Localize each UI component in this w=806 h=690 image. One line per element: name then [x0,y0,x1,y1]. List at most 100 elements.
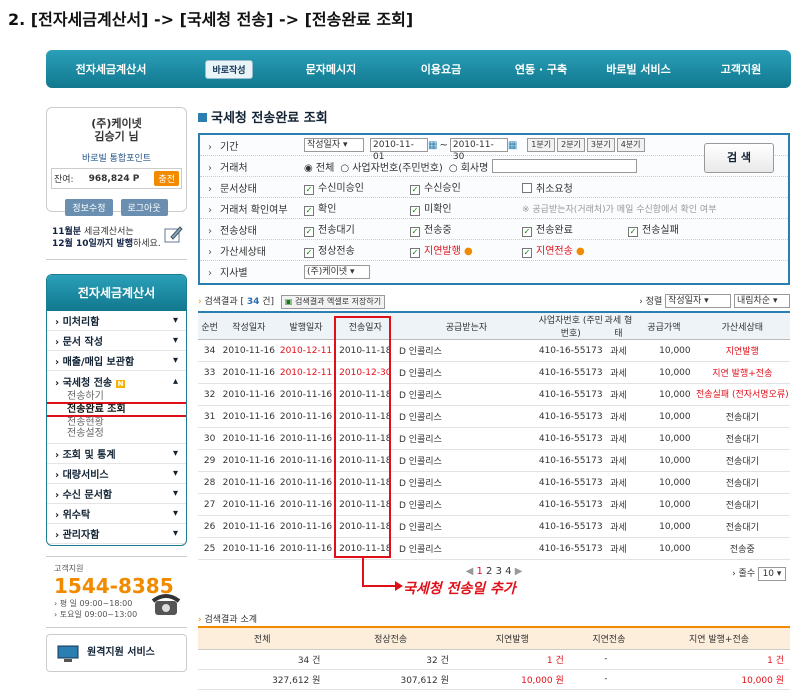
summary-row: 34 건 32 건1 건-1 건 [198,649,790,670]
pencil-icon [164,226,183,243]
menu-item-stats[interactable]: › 조회 및 통계 ▾ [47,444,186,464]
table-cell: D 인콜리스 [394,471,538,494]
doc-check-unapproved[interactable]: ✓ 수신미승인 [304,179,410,195]
table-row[interactable]: 26 2010-11-16 2010-11-16 2010-11-18 D 인콜리스 41… [198,515,790,538]
table-row[interactable]: 31 2010-11-16 2010-11-16 2010-11-18 D 인콜리스 41… [198,405,790,428]
submenu-status[interactable]: 전송현황 [47,417,186,428]
send-check-failed[interactable]: ✓ 전송실패 [628,221,679,237]
submenu-send[interactable]: 전송하기 [47,391,186,402]
submenu-sent-lookup[interactable]: 전송완료 조회 [47,402,186,417]
next-page-icon[interactable]: ▶ [515,566,523,577]
period-type-select[interactable]: 작성일자 ▾ [304,138,364,152]
table-cell: 과세 [603,537,634,560]
partner-radio-all[interactable]: ◉ 전체 [304,159,334,174]
table-row[interactable]: 28 2010-11-16 2010-11-16 2010-11-18 D 인콜리스 41… [198,471,790,494]
menu-item-bulk[interactable]: › 대량서비스 ▾ [47,464,186,484]
nav-support[interactable]: 고객지원 [691,61,791,77]
table-cell: 26 [198,515,222,538]
sort-select[interactable]: 작성일자 ▾ [665,294,732,309]
calendar-icon[interactable]: ▦ [428,140,437,151]
send-check-sending[interactable]: ✓ 전송중 [410,221,522,237]
doc-check-approved[interactable]: ✓ 수신승인 [410,179,522,195]
branch-select[interactable]: (주)케이넷 ▾ [304,264,370,279]
send-check-waiting[interactable]: ✓ 전송대기 [304,221,410,237]
table-row[interactable]: 34 2010-11-16 2010-12-11 2010-11-18 D 인콜리스 41… [198,339,790,362]
row-period: 기간 작성일자 ▾ 2010-11-01 ▦ ~ 2010-11-30 ▦ 1분… [200,135,788,162]
menu-item-unprocessed[interactable]: › 미처리함 ▾ [47,311,186,331]
point-label: 바로빌 통합포인트 [81,154,152,164]
date-from-input[interactable]: 2010-11-01 [370,138,428,162]
menu-item-inbox[interactable]: › 수신 문서함 ▾ [47,484,186,504]
nav-services[interactable]: 바로빌 서비스 [586,61,691,77]
tax-check-late-issue[interactable]: ✓ 지연발행 ● [410,242,522,258]
menu-item-nts-send[interactable]: › 국세청 전송 N ▴ [47,371,186,391]
summary-header: 지연 발행+전송 [648,626,790,650]
nav-tax-invoice[interactable]: 전자세금계산서 [46,61,176,77]
calendar-icon[interactable]: ▦ [508,140,517,151]
partner-radio-company[interactable]: ○ 회사명 [449,159,489,174]
table-cell: 410-16-55173 [537,427,604,450]
nav-pricing[interactable]: 이용요금 [386,61,496,77]
table-cell: D 인콜리스 [394,537,538,560]
menu-item-write[interactable]: › 문서 작성 ▾ [47,331,186,351]
menu-item-consign[interactable]: › 위수탁 ▾ [47,504,186,524]
table-cell: 410-16-55173 [537,493,604,516]
send-check-done[interactable]: ✓ 전송완료 [522,221,628,237]
quarter1-button[interactable]: 1분기 [527,138,556,152]
page-link-1[interactable]: 1 [476,566,482,577]
nav-quick-write[interactable]: 바로작성 [176,59,276,79]
date-to-input[interactable]: 2010-11-30 [449,138,508,162]
edit-info-button[interactable]: 정보수정 [65,199,113,216]
table-row[interactable]: 25 2010-11-16 2010-11-16 2010-11-18 D 인콜리스 41… [198,537,790,560]
confirm-check-no[interactable]: ✓ 미확인 [410,200,522,216]
menu-item-archive[interactable]: › 매출/매입 보관함 ▾ [47,351,186,371]
order-select[interactable]: 내림차순 ▾ [734,294,790,309]
table-cell: 10,000 [633,515,695,538]
table-cell: 34 [198,339,222,362]
search-button[interactable]: 검 색 [704,143,774,173]
logout-button[interactable]: 로그아웃 [120,199,168,216]
prev-page-icon[interactable]: ◀ [466,566,474,577]
submenu-settings[interactable]: 전송설정 [47,428,186,444]
table-row[interactable]: 32 2010-11-16 2010-11-16 2010-11-18 D 인콜리스 41… [198,383,790,406]
page-link-2[interactable]: 2 [486,566,492,577]
callout-text: 국세청 전송일 추가 [403,581,516,597]
column-header: 발행일자 [276,311,336,340]
table-cell: 과세 [603,383,634,406]
remote-support-button[interactable]: 원격지원 서비스 [46,634,187,672]
table-row[interactable]: 27 2010-11-16 2010-11-16 2010-11-18 D 인콜리스 41… [198,493,790,516]
nav-sms[interactable]: 문자메시지 [276,61,386,77]
summary-row: 327,612 원 307,612 원 10,000 원 -10,000 원 [198,669,790,690]
rows-per-page-select[interactable]: 10 ▾ [758,566,786,581]
main-content: 국세청 전송완료 조회 기간 작성일자 ▾ 2010-11-01 ▦ ~ 201… [198,107,790,690]
summary-cell: 327,612 원 [198,669,327,690]
table-cell: 10,000 [633,471,695,494]
excel-export-button[interactable]: ▣ 검색결과 엑셀로 저장하기 [280,294,386,309]
confirm-check-yes[interactable]: ✓ 확인 [304,200,410,216]
table-cell: 지연발행 [694,339,790,362]
table-cell: 32 [198,383,222,406]
table-cell: 10,000 [633,493,695,516]
menu-item-admin[interactable]: › 관리자함 ▾ [47,524,186,544]
partner-radio-bizno[interactable]: ○ 사업자번호(주민번호) [340,159,443,174]
quarter3-button[interactable]: 3분기 [586,138,615,152]
charge-button[interactable]: 충전 [154,171,179,186]
doc-check-cancel[interactable]: 취소요청 [522,180,573,195]
quarter2-button[interactable]: 2분기 [557,138,585,152]
table-row[interactable]: 30 2010-11-16 2010-11-16 2010-11-18 D 인콜리스 41… [198,427,790,450]
tax-check-late-send[interactable]: ✓ 지연전송 ● [522,242,585,258]
tax-check-normal[interactable]: ✓ 정상전송 [304,242,410,258]
table-cell: 2010-11-16 [221,427,277,450]
row-branch: 지사별 (주)케이넷 ▾ [200,261,788,282]
table-cell: D 인콜리스 [394,515,538,538]
page-link-3[interactable]: 3 [496,566,502,577]
side-menu: 전자세금계산서 › 미처리함 ▾ › 문서 작성 ▾ › 매출/매입 보관함 ▾ › … [46,274,187,546]
page-link-4[interactable]: 4 [505,566,511,577]
table-row[interactable]: 29 2010-11-16 2010-11-16 2010-11-18 D 인콜리스 41… [198,449,790,472]
nav-integration[interactable]: 연동 · 구축 [496,61,586,77]
table-row[interactable]: 33 2010-11-16 2010-12-11 2010-12-30 D 인콜리스 41… [198,361,790,384]
table-cell: 2010-11-16 [221,339,277,362]
table-cell: 2010-11-16 [276,449,336,472]
quarter4-button[interactable]: 4분기 [616,138,645,152]
partner-input[interactable] [492,159,638,173]
